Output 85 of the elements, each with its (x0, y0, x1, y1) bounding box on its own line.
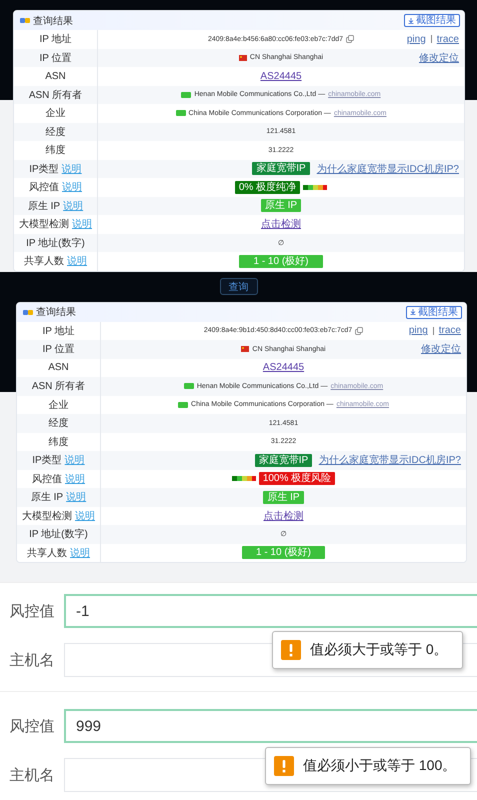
side-link[interactable]: trace (438, 325, 461, 336)
status-badge: 0% 极度纯净 (234, 180, 300, 194)
risk-scale-drawing (232, 476, 256, 482)
help-link[interactable]: 说明 (65, 472, 85, 486)
help-link[interactable]: 说明 (66, 490, 86, 504)
field-label: ASN 所有者 (32, 380, 86, 394)
field-label: 原生 IP (30, 490, 64, 504)
input-field[interactable]: 999 (64, 709, 477, 743)
field-label: IP 地址(数字) (26, 236, 85, 250)
status-badge: 家庭宽带IP (252, 162, 310, 176)
warning-icon (274, 756, 294, 776)
help-link[interactable]: 说明 (62, 180, 82, 194)
field-label: 纬度 (48, 436, 68, 449)
value-link[interactable]: 点击检测 (264, 508, 304, 523)
download-icon (410, 309, 416, 315)
status-badge: 100% 极度风险 (258, 472, 336, 486)
field-label: IP类型 (32, 454, 62, 468)
field-label: 主机名 (8, 650, 56, 670)
status-badge: 原生 IP (260, 199, 302, 212)
field-label: IP 地址 (42, 324, 75, 338)
screenshot-button[interactable]: 截图结果 (406, 306, 462, 318)
risk-scale-drawing (303, 184, 328, 190)
status-badge: 1 - 10 (极好) (242, 546, 325, 560)
help-link[interactable]: 说明 (75, 508, 95, 523)
panel-title: 查询结果 (33, 14, 73, 28)
field-label: 风控值 (8, 716, 56, 736)
field-label: 主机名 (8, 766, 56, 784)
search-button[interactable]: 查询 (220, 278, 258, 295)
side-link[interactable]: 为什么家庭宽带显示IDC机房IP? (318, 453, 461, 468)
field-label: ASN (45, 70, 66, 82)
help-link[interactable]: 说明 (63, 198, 84, 213)
field-label: IP 地址(数字) (29, 528, 88, 542)
help-link[interactable]: 说明 (64, 453, 85, 468)
side-link[interactable]: 为什么家庭宽带显示IDC机房IP? (316, 162, 459, 176)
field-label: 企业 (46, 106, 66, 120)
help-link[interactable]: 说明 (62, 162, 82, 176)
field-label: ASN 所有者 (28, 88, 82, 102)
input-field[interactable]: -1 (64, 594, 477, 628)
field-label: 风控值 (8, 602, 56, 620)
side-link[interactable]: ping (406, 34, 426, 45)
tooltip-text: 值必须大于或等于 0。 (310, 640, 448, 658)
help-link[interactable]: 说明 (70, 546, 90, 560)
field-label: ASN (48, 362, 69, 374)
field-label: 共享人数 (24, 254, 64, 268)
field-label: 大模型检测 (22, 510, 72, 523)
status-badge: 原生 IP (263, 490, 304, 504)
panel-title: 查询结果 (36, 306, 76, 319)
field-label: 经度 (48, 416, 68, 430)
value-link[interactable]: AS24445 (260, 70, 302, 82)
side-link[interactable]: ping (408, 325, 428, 336)
tag-icon (178, 402, 188, 408)
status-badge: 1 - 10 (极好) (239, 254, 322, 268)
tag-icon (184, 383, 194, 390)
side-link[interactable]: 修改定位 (419, 50, 459, 65)
copy-icon (355, 326, 364, 335)
screenshot-button[interactable]: 截图结果 (404, 14, 460, 27)
cards-icon (23, 308, 33, 316)
value-link[interactable]: AS24445 (262, 362, 304, 374)
field-label: IP 位置 (39, 52, 72, 65)
side-link[interactable]: trace (436, 34, 459, 45)
field-label: IP 地址 (39, 32, 72, 46)
status-badge: 家庭宽带IP (254, 454, 312, 467)
tag-icon (176, 110, 186, 116)
warning-icon (281, 640, 301, 660)
field-label: 共享人数 (27, 546, 67, 560)
help-link[interactable]: 说明 (67, 254, 87, 268)
field-label: 经度 (46, 126, 66, 139)
field-label: 纬度 (46, 144, 66, 158)
field-label: IP类型 (29, 162, 59, 176)
field-label: IP 位置 (42, 342, 75, 356)
flag-icon (238, 54, 247, 61)
value-link[interactable]: 点击检测 (261, 217, 301, 232)
download-icon (408, 18, 414, 24)
field-label: 风控值 (29, 181, 59, 194)
cards-icon (20, 17, 30, 24)
flag-icon (241, 346, 250, 352)
tooltip-text: 值必须小于或等于 100。 (303, 756, 456, 774)
side-link[interactable]: 修改定位 (421, 342, 461, 356)
field-label: 原生 IP (28, 200, 60, 213)
copy-icon (346, 35, 354, 44)
field-label: 企业 (48, 398, 68, 412)
tag-icon (181, 92, 192, 98)
help-link[interactable]: 说明 (72, 217, 92, 232)
field-label: 风控值 (32, 472, 62, 486)
field-label: 大模型检测 (19, 218, 69, 232)
